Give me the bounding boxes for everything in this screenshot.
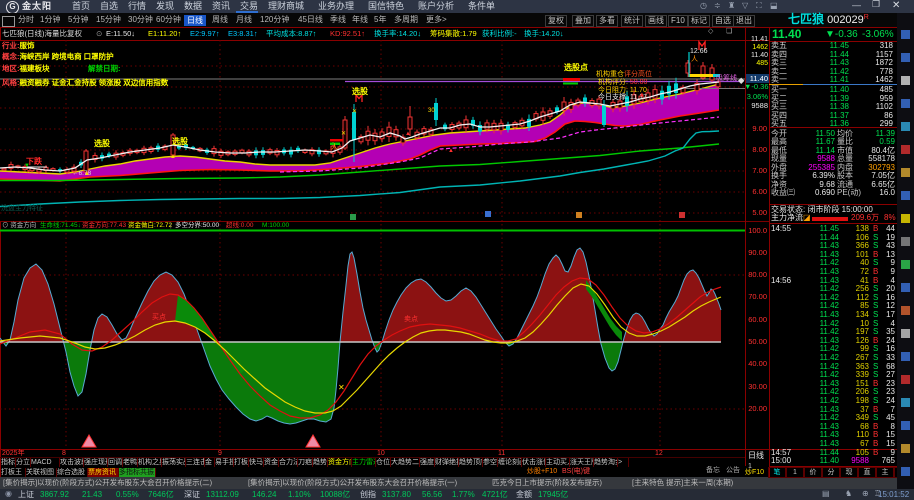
svg-text:✕: ✕	[338, 383, 345, 392]
